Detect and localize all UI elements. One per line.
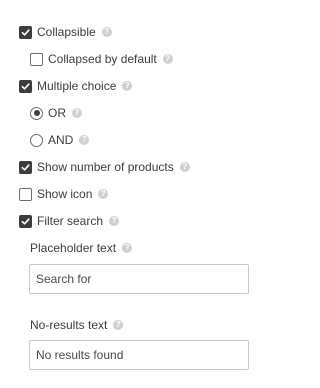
collapsible-label: Collapsible	[37, 25, 96, 39]
help-icon[interactable]: ?	[122, 243, 133, 253]
help-icon[interactable]: ?	[109, 216, 120, 226]
logic-and-label: AND	[48, 133, 74, 147]
help-icon[interactable]: ?	[101, 27, 112, 37]
collapsed-by-default-label: Collapsed by default	[48, 52, 157, 66]
checkmark-icon	[21, 163, 30, 171]
collapsible-checkbox[interactable]	[19, 25, 32, 39]
help-icon[interactable]: ?	[162, 54, 173, 64]
show-number-of-products-label: Show number of products	[37, 160, 174, 174]
checkmark-icon	[21, 217, 30, 225]
filter-search-option[interactable]: Filter search ?	[19, 213, 120, 229]
help-icon[interactable]: ?	[98, 189, 109, 199]
multiple-choice-checkbox[interactable]	[19, 79, 32, 93]
filter-search-label: Filter search	[37, 214, 104, 228]
show-icon-label: Show icon	[37, 187, 93, 201]
help-icon[interactable]: ?	[79, 135, 90, 145]
logic-or-label: OR	[48, 106, 66, 120]
placeholder-text-input[interactable]	[29, 264, 249, 294]
help-icon[interactable]: ?	[72, 108, 82, 118]
placeholder-text-label: Placeholder text	[30, 241, 117, 255]
help-icon[interactable]: ?	[179, 162, 190, 172]
help-icon[interactable]: ?	[122, 81, 133, 91]
logic-and-radio[interactable]	[30, 133, 43, 147]
show-icon-checkbox[interactable]	[19, 187, 32, 201]
multiple-choice-option[interactable]: Multiple choice ?	[19, 78, 133, 94]
no-results-text-field-label: No-results text ?	[30, 317, 124, 333]
logic-and-option[interactable]: AND ?	[30, 132, 90, 148]
show-number-of-products-checkbox[interactable]	[19, 160, 32, 174]
logic-or-option[interactable]: OR ?	[30, 105, 82, 121]
logic-or-radio[interactable]	[30, 106, 43, 120]
checkmark-icon	[21, 82, 30, 90]
no-results-text-input[interactable]	[29, 340, 249, 370]
collapsed-by-default-checkbox[interactable]	[30, 52, 43, 66]
help-icon[interactable]: ?	[113, 320, 124, 330]
collapsible-option[interactable]: Collapsible ?	[19, 24, 112, 40]
checkmark-icon	[21, 28, 30, 36]
no-results-text-label: No-results text	[30, 318, 108, 332]
multiple-choice-label: Multiple choice	[37, 79, 117, 93]
show-icon-option[interactable]: Show icon ?	[19, 186, 109, 202]
filter-search-checkbox[interactable]	[19, 214, 32, 228]
collapsed-by-default-option[interactable]: Collapsed by default ?	[30, 51, 173, 67]
placeholder-text-field-label: Placeholder text ?	[30, 240, 133, 256]
show-number-of-products-option[interactable]: Show number of products ?	[19, 159, 190, 175]
